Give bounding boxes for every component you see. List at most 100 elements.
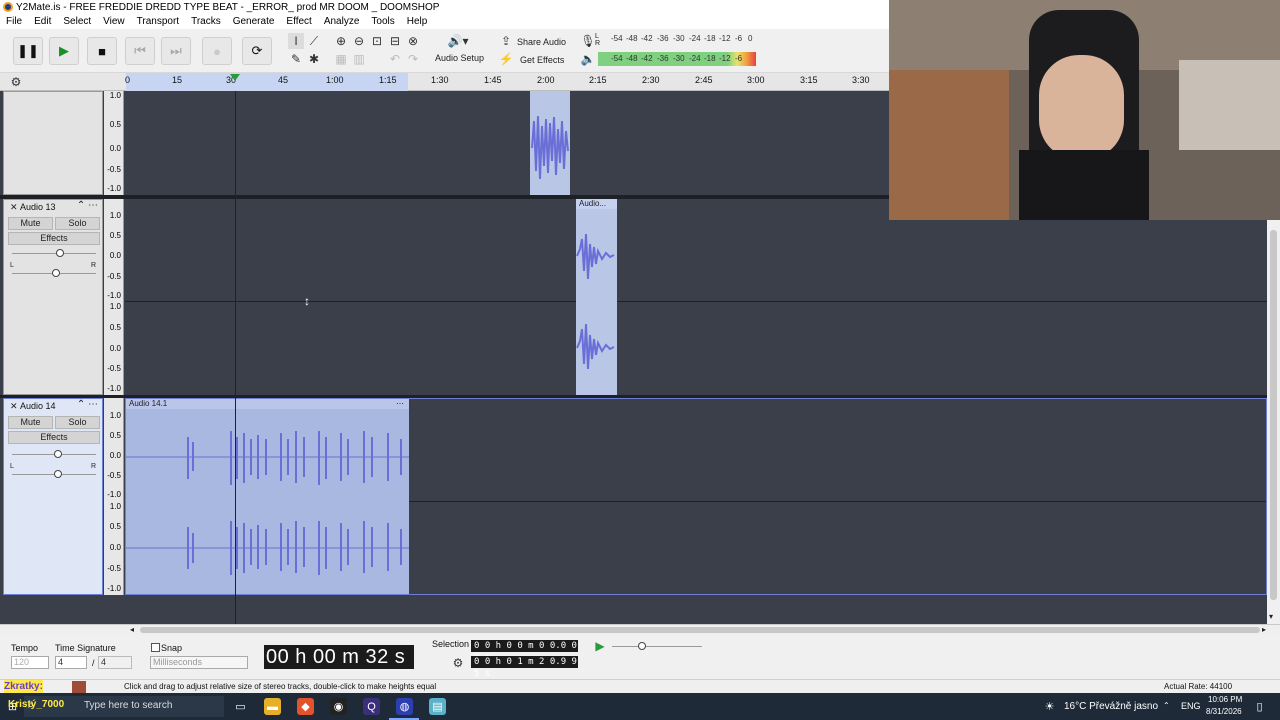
menu-select[interactable]: Select — [57, 15, 97, 29]
menu-analyze[interactable]: Analyze — [318, 15, 366, 29]
undo-icon[interactable]: ↶ — [387, 51, 403, 67]
track-name[interactable]: Audio 13 — [20, 202, 56, 212]
track-menu-icon[interactable]: ⌃ ⋯ — [77, 200, 98, 211]
get-effects-button[interactable]: Get Effects — [520, 55, 564, 65]
selection-tool-icon[interactable]: I — [288, 33, 304, 49]
horizontal-scrollbar[interactable]: ◂ ▸ — [0, 624, 1280, 635]
scroll-down-icon[interactable]: ▾ — [1269, 612, 1273, 621]
audio-clip[interactable]: Audio 14.1 ⋯ — [126, 399, 409, 594]
pan-slider[interactable] — [12, 269, 96, 277]
horizontal-scroll-thumb[interactable] — [140, 627, 1260, 633]
track-menu-icon[interactable]: ⌃ ⋯ — [77, 399, 98, 410]
weather-text[interactable]: 16°C Převážně jasno — [1064, 701, 1158, 712]
playback-meter[interactable]: -54 -48 -42 -36 -30 -24 -18 -12 -6 — [598, 52, 756, 66]
time-display[interactable]: 00 h 00 m 32 s — [264, 645, 414, 669]
track-lane[interactable] — [125, 91, 889, 195]
menu-transport[interactable]: Transport — [131, 15, 185, 29]
effects-button[interactable]: Effects — [8, 431, 100, 444]
zoom-toggle-icon[interactable]: ⊗ — [405, 33, 421, 49]
menu-edit[interactable]: Edit — [28, 15, 57, 29]
scroll-right-icon[interactable]: ▸ — [1262, 625, 1266, 634]
stop-button[interactable]: ■ — [87, 37, 117, 65]
notifications-icon[interactable]: ▯ — [1251, 698, 1268, 715]
obs-icon[interactable]: ◉ — [330, 698, 347, 715]
solo-button[interactable]: Solo — [55, 217, 100, 230]
gain-knob[interactable] — [56, 249, 64, 257]
time-sig-denominator[interactable]: 4 — [98, 656, 132, 669]
track-control-panel[interactable]: ✕ Audio 14 ⌃ ⋯ Mute Solo Effects L R — [3, 398, 103, 595]
selection-end-time[interactable]: 0 0 h 0 1 m 2 0.9 9 5 s — [471, 656, 578, 679]
clock-date[interactable]: 8/31/2026 — [1206, 707, 1242, 716]
track-lane[interactable]: Audio 14.1 ⋯ — [125, 398, 1267, 595]
plug-icon[interactable]: ⚡ — [498, 51, 514, 67]
track-lane[interactable]: Audio... — [125, 199, 1267, 395]
notes-icon[interactable]: ▤ — [429, 698, 446, 715]
play-button[interactable]: ▶ — [49, 37, 79, 65]
language-indicator[interactable]: ENG — [1181, 701, 1201, 711]
menu-file[interactable]: File — [0, 15, 28, 29]
scroll-left-icon[interactable]: ◂ — [130, 625, 134, 634]
pan-knob[interactable] — [52, 269, 60, 277]
menu-view[interactable]: View — [97, 15, 131, 29]
audio-setup-label[interactable]: Audio Setup — [435, 53, 484, 63]
menu-tracks[interactable]: Tracks — [185, 15, 227, 29]
loop-button[interactable]: ⟳ — [242, 37, 272, 65]
weather-icon[interactable]: ☀ — [1041, 698, 1058, 715]
silence-icon[interactable]: ▥ — [351, 51, 367, 67]
menu-tools[interactable]: Tools — [365, 15, 400, 29]
share-icon[interactable]: ⇪ — [498, 33, 514, 49]
close-track-icon[interactable]: ✕ — [10, 401, 18, 412]
gain-slider[interactable] — [12, 249, 96, 257]
timeline-ruler[interactable]: ⚙ 0 15 30 45 1:00 1:15 1:30 1:45 2:00 2:… — [0, 73, 889, 91]
task-view-icon[interactable]: ▭ — [232, 698, 249, 715]
clock-time[interactable]: 10:06 PM — [1208, 695, 1242, 704]
menu-effect[interactable]: Effect — [280, 15, 317, 29]
multi-tool-icon[interactable]: ✱ — [306, 51, 322, 67]
timeline-settings-icon[interactable]: ⚙ — [8, 74, 24, 90]
zoom-in-icon[interactable]: ⊕ — [333, 33, 349, 49]
vertical-scrollbar[interactable]: ▾ — [1267, 220, 1280, 624]
tray-chevron-icon[interactable]: ⌃ — [1163, 701, 1170, 710]
record-meter[interactable]: -54 -48 -42 -36 -30 -24 -18 -12 -6 0 — [603, 34, 753, 46]
play-at-speed-icon[interactable]: ▶ — [592, 638, 608, 654]
menu-help[interactable]: Help — [401, 15, 434, 29]
share-audio-button[interactable]: Share Audio — [517, 37, 566, 47]
play-speed-knob[interactable] — [638, 642, 646, 650]
skip-start-button[interactable]: ⏮ — [125, 37, 155, 65]
audio-clip[interactable] — [530, 91, 570, 195]
playhead-marker-icon[interactable] — [230, 74, 240, 81]
clip-menu-icon[interactable]: ⋯ — [396, 399, 404, 409]
audio-clip[interactable]: Audio... — [576, 199, 617, 395]
pause-button[interactable]: ❚❚ — [13, 37, 43, 65]
track-name[interactable]: Audio 14 — [20, 401, 56, 411]
file-explorer-icon[interactable]: ▬ — [264, 698, 281, 715]
close-track-icon[interactable]: ✕ — [10, 202, 18, 213]
mute-button[interactable]: Mute — [8, 416, 53, 429]
gain-slider[interactable] — [12, 450, 96, 458]
vertical-scroll-thumb[interactable] — [1270, 230, 1277, 600]
time-sig-numerator[interactable]: 4 — [55, 656, 87, 669]
fit-selection-icon[interactable]: ⊡ — [369, 33, 385, 49]
snap-checkbox[interactable] — [151, 643, 160, 652]
snap-unit-select[interactable]: Milliseconds — [150, 656, 248, 669]
empty-track-area[interactable] — [0, 596, 1267, 624]
track-control-panel[interactable] — [3, 91, 103, 195]
draw-tool-icon[interactable]: ✎ — [288, 51, 304, 67]
clip-header[interactable]: Audio... — [576, 199, 617, 209]
selection-start-time[interactable]: 0 0 h 0 0 m 0 0.0 0 0 s — [471, 640, 578, 663]
track-control-panel[interactable]: ✕ Audio 13 ⌃ ⋯ Mute Solo Effects L R — [3, 199, 103, 395]
gain-knob[interactable] — [54, 450, 62, 458]
pan-knob[interactable] — [54, 470, 62, 478]
trim-icon[interactable]: ▦ — [333, 51, 349, 67]
mute-button[interactable]: Mute — [8, 217, 53, 230]
solo-button[interactable]: Solo — [55, 416, 100, 429]
brave-icon[interactable]: ◆ — [297, 698, 314, 715]
audacity-icon[interactable]: ◍ — [396, 698, 413, 715]
record-button[interactable]: ● — [202, 37, 232, 65]
play-speed-slider[interactable] — [612, 642, 702, 650]
redo-icon[interactable]: ↷ — [405, 51, 421, 67]
tempo-input[interactable]: 120 — [11, 656, 49, 669]
effects-button[interactable]: Effects — [8, 232, 100, 245]
skip-end-button[interactable]: ⏭ — [161, 37, 191, 65]
envelope-tool-icon[interactable]: ⟋ — [306, 33, 322, 49]
